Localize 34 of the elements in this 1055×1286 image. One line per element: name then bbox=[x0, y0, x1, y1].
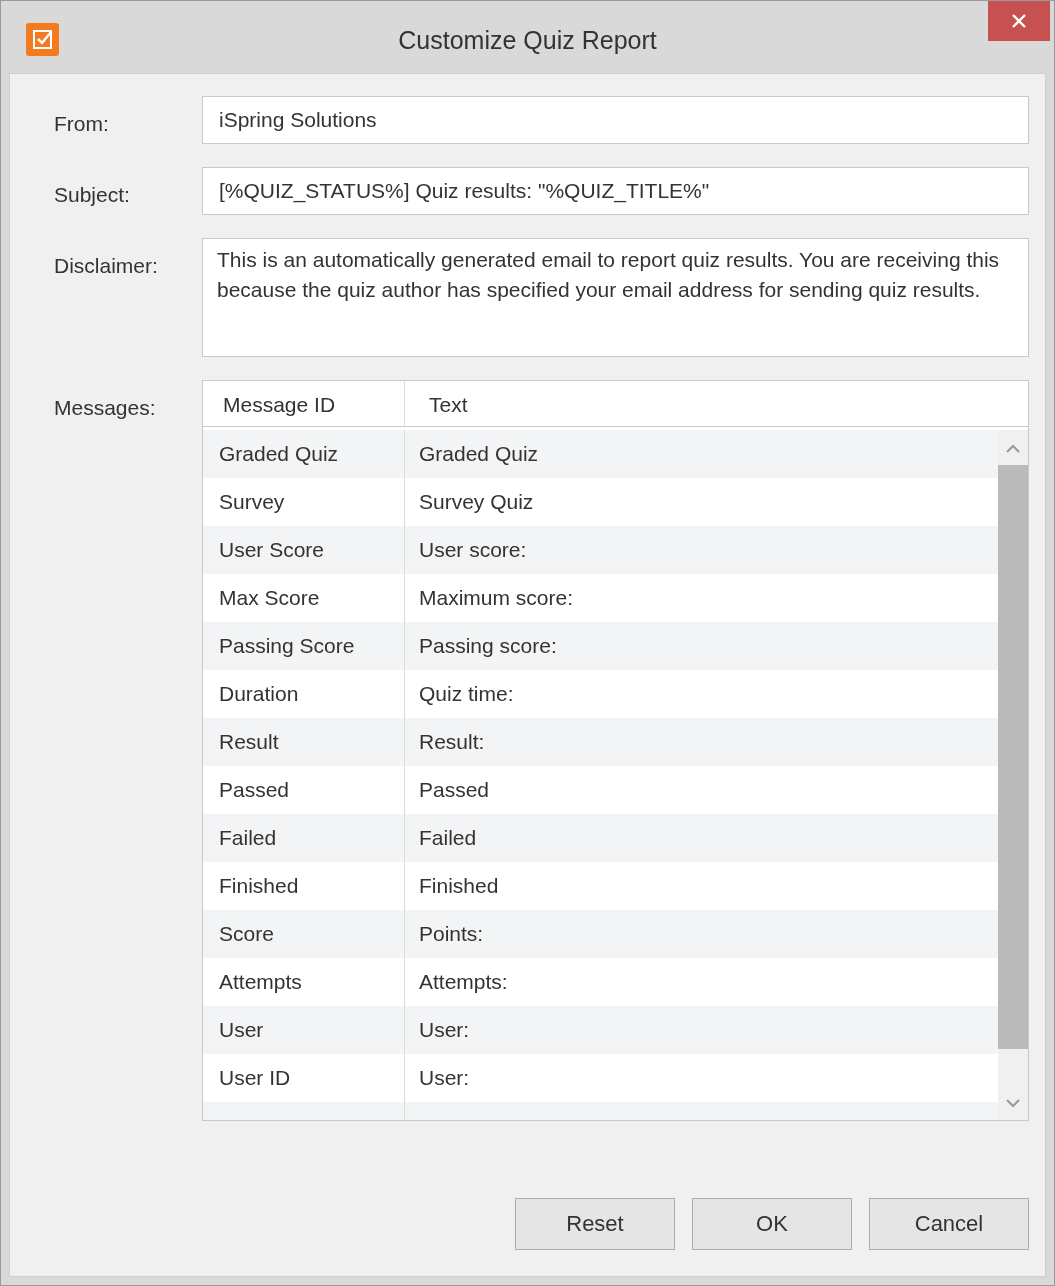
table-cell-text: User: bbox=[418, 1017, 471, 1043]
field-label: Messages: bbox=[54, 395, 157, 421]
input-field[interactable]: iSpring Solutions bbox=[202, 96, 1029, 144]
input-field[interactable]: [%QUIZ_STATUS%] Quiz results: "%QUIZ_TITLE%" bbox=[202, 167, 1029, 215]
table-cell-text: Result: bbox=[418, 729, 486, 755]
dialog-button[interactable]: OK bbox=[692, 1198, 852, 1250]
table-cell-text: Points: bbox=[418, 921, 485, 947]
dialog-button[interactable]: Cancel bbox=[869, 1198, 1029, 1250]
table-cell-text: User score: bbox=[418, 537, 528, 563]
field-label: Disclaimer: bbox=[54, 253, 159, 279]
chevron-up-icon[interactable] bbox=[1006, 444, 1020, 453]
checkbox-app-icon bbox=[26, 23, 59, 56]
table-cell-text: Maximum score: bbox=[418, 585, 575, 611]
table-cell-text: Passing score: bbox=[418, 633, 558, 659]
table-cell-text: Attempts: bbox=[418, 969, 509, 995]
window-title: Customize Quiz Report bbox=[397, 24, 658, 55]
scrollbar-thumb[interactable] bbox=[998, 465, 1028, 1049]
close-icon bbox=[1011, 13, 1027, 29]
column-header[interactable]: Message ID bbox=[203, 381, 405, 426]
table-cell-text: Graded Quiz bbox=[418, 441, 540, 467]
field-label: From: bbox=[54, 111, 110, 137]
disclaimer-field[interactable]: This is an automatically generated email to report quiz results. You are receiving this because the quiz author has specified your email address for sending quiz results. bbox=[202, 238, 1029, 357]
close-button[interactable] bbox=[988, 1, 1050, 41]
table-cell-text: Failed bbox=[418, 825, 478, 851]
table-cell-text: Passed bbox=[418, 777, 491, 803]
table-cell-text: User: bbox=[418, 1065, 471, 1091]
column-header[interactable]: Text bbox=[405, 381, 1028, 426]
table-cell-text: Survey Quiz bbox=[418, 489, 535, 515]
table-cell-text: Finished bbox=[418, 873, 500, 899]
chevron-down-icon[interactable] bbox=[1006, 1099, 1020, 1108]
dialog-button[interactable]: Reset bbox=[515, 1198, 675, 1250]
table-cell-text: Quiz time: bbox=[418, 681, 515, 707]
field-label: Subject: bbox=[54, 182, 131, 208]
scrollbar[interactable] bbox=[998, 430, 1028, 1120]
